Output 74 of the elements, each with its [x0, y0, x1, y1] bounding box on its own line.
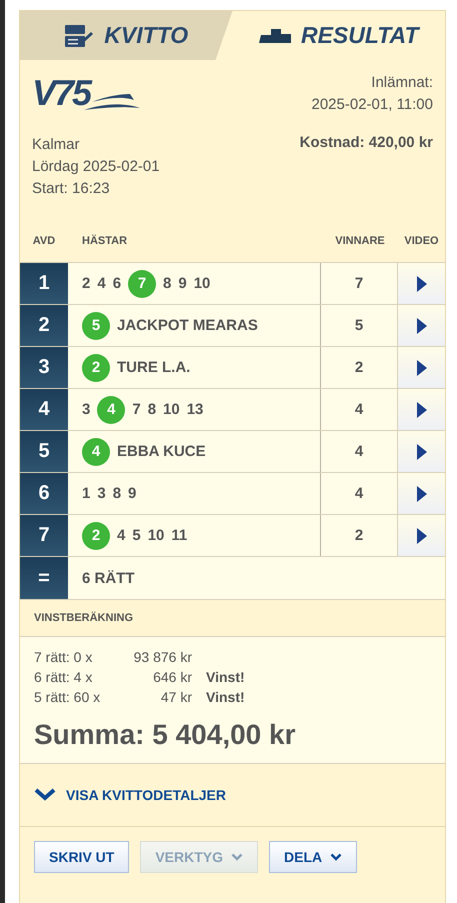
submitted-label: Inlämnat:: [371, 73, 433, 93]
total-sum: Summa: 5 404,00 kr: [34, 719, 296, 751]
race-date: Lördag 2025-02-01: [32, 157, 160, 177]
winner-badge: 5: [82, 312, 110, 340]
leg-number: 2: [20, 305, 68, 346]
leg-number: 7: [20, 515, 68, 556]
chevron-down-icon: [34, 788, 56, 802]
horse-name: JACKPOT MEARAS: [117, 317, 258, 334]
winner-badge: 7: [128, 270, 156, 298]
payout-amount: 646 kr: [152, 668, 192, 687]
winner-badge: 4: [97, 396, 126, 424]
horse-number: 3: [97, 485, 106, 502]
play-icon: [416, 486, 426, 502]
horse-number: 13: [186, 401, 204, 418]
horse-number: 1: [82, 485, 90, 502]
horse-number: 2: [82, 275, 90, 292]
tab[interactable]: KVITTO: [20, 11, 232, 60]
horse-number: 10: [194, 275, 210, 292]
column-header: VINNARE: [334, 235, 386, 247]
correct-count: 6 RÄTT: [82, 570, 134, 586]
win-note: Vinst!: [206, 668, 245, 687]
ticket-icon: [64, 24, 94, 48]
v75-logo: V75: [32, 70, 142, 114]
horse-number: 7: [132, 401, 141, 418]
leg-number: 5: [20, 431, 68, 472]
play-icon: [416, 528, 426, 544]
track-name: Kalmar: [32, 135, 81, 155]
horse-number: 6: [112, 275, 122, 292]
play-icon: [416, 402, 426, 418]
column-header: VIDEO: [403, 235, 440, 247]
caret-icon: [330, 853, 342, 861]
action-button[interactable]: DELA: [269, 841, 358, 873]
horse-number: 10: [148, 527, 164, 544]
horse-number: 11: [171, 527, 188, 544]
horse-number: 4: [97, 275, 106, 292]
start-time: Start: 16:23: [32, 179, 111, 199]
leg-number: 6: [20, 473, 68, 514]
payout-label: 5 rätt: 60 x: [34, 688, 102, 707]
horse-number: 9: [178, 275, 187, 292]
leg-number: 3: [20, 347, 68, 388]
payout-amount: 93 876 kr: [132, 648, 192, 667]
winner-badge: 2: [82, 354, 110, 382]
payout-amount: 47 kr: [160, 688, 192, 707]
equals-sign: =: [20, 557, 68, 599]
horse-number: 4: [117, 527, 126, 544]
horse-number: 9: [128, 485, 136, 502]
play-icon: [416, 360, 426, 376]
action-button[interactable]: SKRIV UT: [34, 841, 130, 873]
section-title: VINSTBERÄKNING: [34, 612, 134, 624]
play-icon: [416, 276, 426, 292]
horse-number: 8: [148, 401, 156, 418]
show-details-link[interactable]: VISA KVITTODETALJER: [34, 787, 226, 803]
winner-badge: 2: [82, 522, 110, 550]
horse-number: 8: [163, 275, 172, 292]
horse-name: EBBA KUCE: [117, 443, 206, 460]
payout-label: 6 rätt: 4 x: [34, 668, 94, 687]
column-header: AVD: [32, 235, 56, 247]
cost-text: Kostnad: 420,00 kr: [300, 134, 433, 153]
horse-number: 10: [163, 401, 180, 418]
winner-badge: 4: [82, 438, 110, 466]
horse-number: 5: [132, 527, 141, 544]
submitted-time: 2025-02-01, 11:00: [312, 95, 433, 115]
horse-number: 8: [112, 485, 122, 502]
column-header: HÄSTAR: [81, 235, 128, 247]
podium-icon: [258, 28, 291, 42]
horse-number: 3: [82, 401, 90, 418]
leg-number: 4: [20, 389, 68, 430]
payout-label: 7 rätt: 0 x: [34, 648, 94, 667]
play-icon: [416, 444, 426, 460]
play-icon: [416, 318, 426, 334]
leg-number: 1: [20, 263, 68, 304]
caret-icon: [231, 853, 244, 861]
horse-name: TURE L.A.: [117, 359, 190, 376]
win-note: Vinst!: [206, 688, 245, 707]
